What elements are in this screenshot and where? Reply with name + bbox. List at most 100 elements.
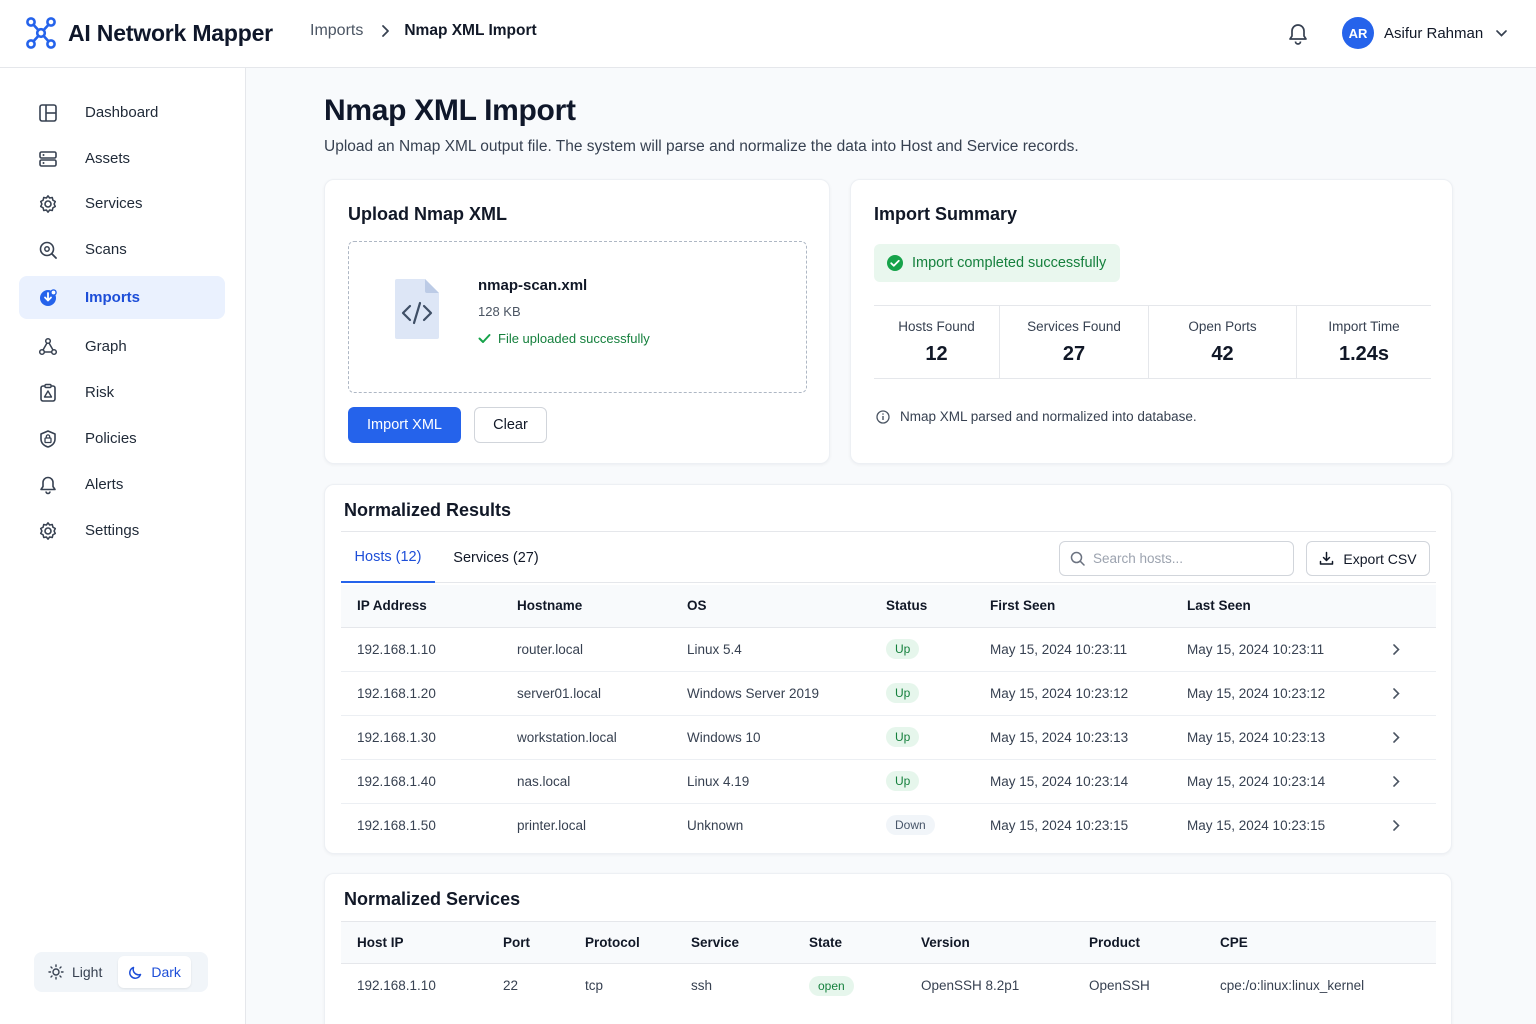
column-header[interactable]: Host IP bbox=[341, 921, 487, 964]
cell-host-ip: 192.168.1.10 bbox=[357, 978, 436, 994]
column-header[interactable]: First Seen bbox=[974, 585, 1171, 628]
sidebar-item-graph[interactable]: Graph bbox=[19, 325, 225, 368]
cell-last-seen: May 15, 2024 10:23:15 bbox=[1187, 817, 1326, 833]
cell-hostname: nas.local bbox=[501, 759, 671, 804]
table-row[interactable]: 192.168.1.10 22 tcp ssh open OpenSSH 8.2… bbox=[341, 964, 1436, 1008]
upload-status: File uploaded successfully bbox=[478, 331, 650, 346]
sidebar-item-label: Imports bbox=[85, 289, 141, 306]
table-row[interactable]: 192.168.1.50 printer.local Unknown Down … bbox=[341, 803, 1436, 847]
sidebar-item-label: Assets bbox=[85, 150, 131, 167]
sidebar-item-policies[interactable]: Policies bbox=[19, 417, 225, 460]
column-header[interactable]: Protocol bbox=[569, 921, 675, 964]
theme-toggle: Light Dark bbox=[34, 952, 208, 992]
cell-last-seen: May 15, 2024 10:23:13 bbox=[1171, 715, 1376, 760]
cell-action bbox=[1376, 759, 1436, 804]
cell-ip: 192.168.1.30 bbox=[341, 715, 501, 760]
info-icon bbox=[876, 409, 890, 424]
column-header[interactable]: Port bbox=[487, 921, 569, 964]
notifications-bell-icon[interactable] bbox=[1287, 22, 1309, 46]
summary-note: Nmap XML parsed and normalized into data… bbox=[876, 409, 1197, 424]
column-header[interactable]: IP Address bbox=[341, 585, 501, 628]
summary-card-title: Import Summary bbox=[874, 204, 1018, 224]
cell-ip: 192.168.1.10 bbox=[341, 627, 501, 672]
cell-hostname: server01.local bbox=[501, 671, 671, 716]
sidebar-item-label: Risk bbox=[85, 384, 115, 401]
chevron-right-icon[interactable] bbox=[1392, 731, 1436, 744]
chevron-right-icon[interactable] bbox=[1392, 687, 1436, 700]
upload-card-title: Upload Nmap XML bbox=[348, 204, 508, 224]
sidebar-item-imports[interactable]: Imports bbox=[19, 276, 225, 319]
import-status-text: Import completed successfully bbox=[912, 255, 1107, 271]
stat-label: Import Time bbox=[1328, 319, 1400, 334]
chevron-right-icon[interactable] bbox=[1392, 819, 1436, 832]
upload-card: Upload Nmap XML nmap-scan.xml 128 KB Fil… bbox=[324, 179, 830, 464]
cell-ip: 192.168.1.20 bbox=[341, 671, 501, 716]
sidebar-item-scans[interactable]: Scans bbox=[19, 228, 225, 271]
stat-services-found: Services Found 27 bbox=[1000, 306, 1149, 378]
table-row[interactable]: 192.168.1.40 nas.local Linux 4.19 Up May… bbox=[341, 759, 1436, 804]
column-header[interactable]: Hostname bbox=[501, 585, 671, 628]
cell-last-seen: May 15, 2024 10:23:12 bbox=[1171, 671, 1376, 716]
scan-icon bbox=[38, 240, 58, 260]
sidebar-item-label: Dashboard bbox=[85, 104, 159, 121]
breadcrumb-imports-link[interactable]: Imports bbox=[310, 22, 363, 40]
table-row[interactable]: 192.168.1.20 server01.local Windows Serv… bbox=[341, 671, 1436, 716]
moon-icon bbox=[128, 965, 143, 980]
sidebar-item-alerts[interactable]: Alerts bbox=[19, 463, 225, 506]
tab-services[interactable]: Services (27) bbox=[441, 532, 551, 583]
sidebar-item-risk[interactable]: Risk bbox=[19, 371, 225, 414]
table-row[interactable]: 192.168.1.30 workstation.local Windows 1… bbox=[341, 715, 1436, 760]
cell-first-seen: May 15, 2024 10:23:13 bbox=[974, 715, 1171, 760]
chevron-right-icon[interactable] bbox=[1392, 775, 1436, 788]
cell-status: Up bbox=[870, 715, 974, 760]
table-header-row: IP Address Hostname OS Status First Seen… bbox=[341, 585, 1436, 628]
user-menu[interactable]: AR Asifur Rahman bbox=[1342, 17, 1508, 49]
column-header[interactable]: State bbox=[793, 921, 905, 964]
settings-icon bbox=[38, 521, 58, 541]
column-header[interactable]: OS bbox=[671, 585, 870, 628]
page-title: Nmap XML Import bbox=[324, 94, 576, 127]
search-icon bbox=[1070, 551, 1085, 566]
column-header[interactable]: Status bbox=[870, 585, 974, 628]
gear-icon bbox=[38, 194, 58, 214]
hosts-table: IP Address Hostname OS Status First Seen… bbox=[341, 585, 1436, 847]
sidebar-item-assets[interactable]: Assets bbox=[19, 137, 225, 180]
file-dropzone[interactable]: nmap-scan.xml 128 KB File uploaded succe… bbox=[348, 241, 807, 393]
cell-protocol: tcp bbox=[585, 978, 604, 994]
policy-icon bbox=[38, 429, 58, 449]
app-name: AI Network Mapper bbox=[68, 19, 273, 46]
cell-status: Up bbox=[870, 627, 974, 672]
export-csv-button[interactable]: Export CSV bbox=[1306, 541, 1430, 576]
column-header[interactable]: CPE bbox=[1204, 921, 1436, 964]
cell-first-seen: May 15, 2024 10:23:15 bbox=[990, 817, 1129, 833]
table-row[interactable]: 192.168.1.10 router.local Linux 5.4 Up M… bbox=[341, 627, 1436, 672]
cell-product: OpenSSH bbox=[1089, 978, 1150, 994]
cell-status: Down bbox=[870, 803, 974, 847]
import-xml-button[interactable]: Import XML bbox=[348, 407, 461, 443]
search-input[interactable] bbox=[1093, 551, 1273, 566]
dashboard-icon bbox=[38, 103, 58, 123]
sidebar-item-dashboard[interactable]: Dashboard bbox=[19, 91, 225, 134]
sidebar-item-label: Settings bbox=[85, 522, 140, 539]
sidebar-item-services[interactable]: Services bbox=[19, 182, 225, 225]
download-icon bbox=[1319, 551, 1334, 566]
xml-file-icon bbox=[393, 277, 441, 341]
app-logo[interactable]: AI Network Mapper bbox=[26, 17, 273, 49]
column-header[interactable]: Service bbox=[675, 921, 793, 964]
theme-dark-button[interactable]: Dark bbox=[118, 956, 191, 988]
theme-light-button[interactable]: Light bbox=[38, 956, 112, 988]
chevron-right-icon[interactable] bbox=[1392, 643, 1436, 656]
user-name: Asifur Rahman bbox=[1384, 24, 1484, 42]
tab-hosts[interactable]: Hosts (12) bbox=[341, 532, 435, 583]
sidebar-item-settings[interactable]: Settings bbox=[19, 509, 225, 552]
status-badge: Down bbox=[886, 815, 935, 836]
results-card-title: Normalized Results bbox=[344, 500, 512, 520]
search-box[interactable] bbox=[1059, 541, 1294, 576]
column-header[interactable]: Last Seen bbox=[1171, 585, 1376, 628]
top-header: AI Network Mapper Imports Nmap XML Impor… bbox=[0, 0, 1536, 68]
column-header[interactable]: Product bbox=[1073, 921, 1204, 964]
cell-os: Unknown bbox=[687, 817, 744, 833]
cell-hostname: workstation.local bbox=[501, 715, 671, 760]
clear-button[interactable]: Clear bbox=[474, 407, 547, 443]
column-header[interactable]: Version bbox=[905, 921, 1073, 964]
